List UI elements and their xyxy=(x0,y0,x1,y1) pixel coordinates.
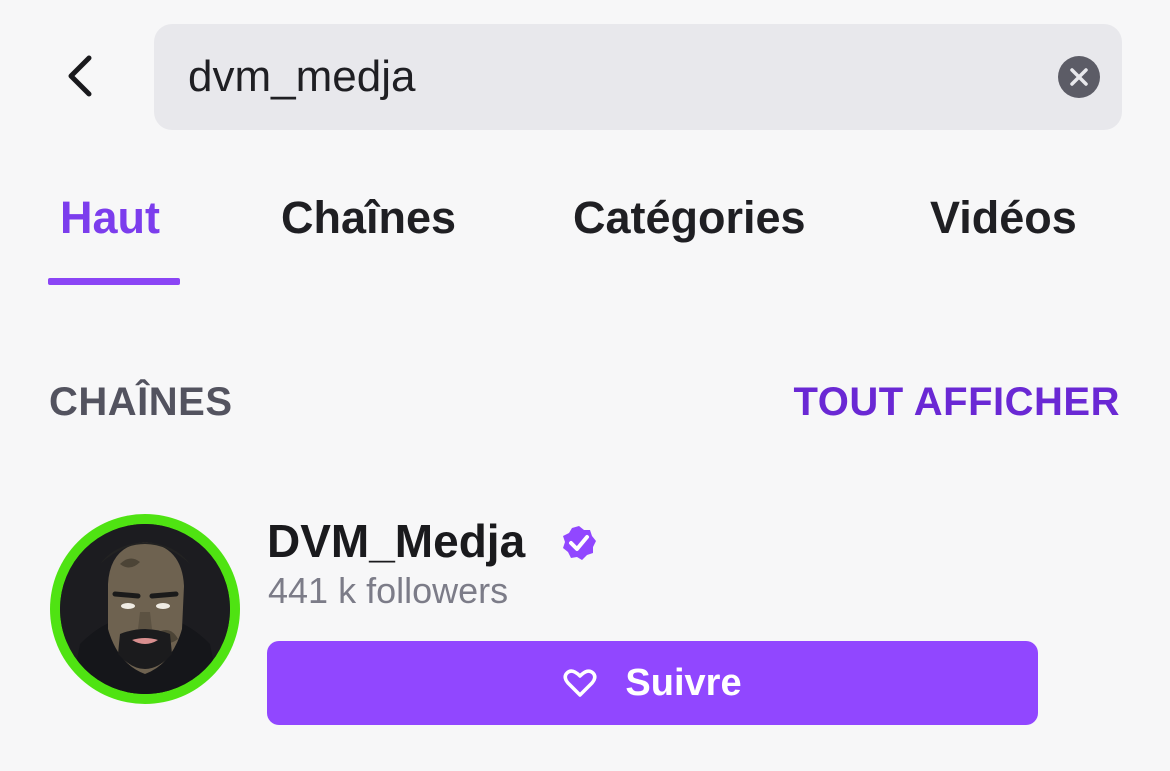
section-title: CHAÎNES xyxy=(49,380,233,424)
results-tabs: Haut Chaînes Catégories Vidéos xyxy=(0,180,1170,290)
heart-icon xyxy=(563,669,597,697)
back-button[interactable] xyxy=(48,40,112,112)
follow-button[interactable]: Suivre xyxy=(267,641,1038,725)
channel-avatar[interactable] xyxy=(50,514,240,704)
avatar-image xyxy=(60,524,230,694)
tab-chaines[interactable]: Chaînes xyxy=(281,192,456,244)
search-input[interactable] xyxy=(188,24,1028,130)
chevron-left-icon xyxy=(68,55,92,97)
search-results-page: Haut Chaînes Catégories Vidéos CHAÎNES T… xyxy=(0,0,1170,771)
close-icon xyxy=(1070,68,1088,86)
search-bar xyxy=(154,24,1122,130)
verified-badge-icon xyxy=(563,526,596,560)
follower-count: 441 k followers xyxy=(268,570,509,611)
active-tab-indicator xyxy=(48,278,180,285)
channel-name[interactable]: DVM_Medja xyxy=(267,514,525,568)
clear-search-button[interactable] xyxy=(1058,56,1100,98)
tab-videos[interactable]: Vidéos xyxy=(930,192,1077,244)
tab-haut[interactable]: Haut xyxy=(60,192,160,244)
view-all-link[interactable]: TOUT AFFICHER xyxy=(794,380,1120,425)
tab-categories[interactable]: Catégories xyxy=(573,192,806,244)
follow-label: Suivre xyxy=(625,661,742,704)
